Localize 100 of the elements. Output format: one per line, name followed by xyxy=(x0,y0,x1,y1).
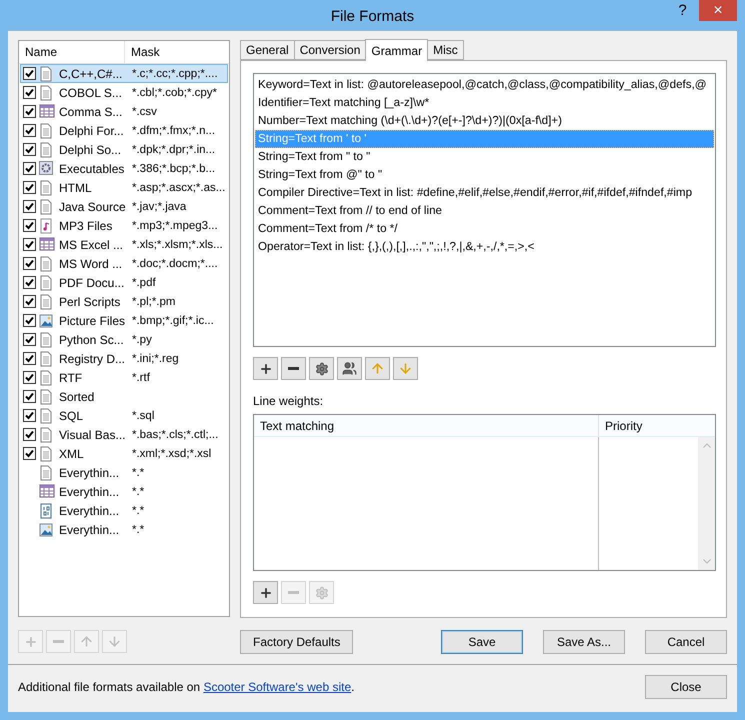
format-row[interactable]: Delphi For... *.dfm;*.fmx;*.n... xyxy=(20,121,228,140)
format-mask: *.386;*.bcp;*.b... xyxy=(132,162,216,174)
close-dialog-button[interactable]: Close xyxy=(645,675,727,699)
plus-icon xyxy=(258,586,272,600)
checkbox[interactable] xyxy=(23,352,36,365)
factory-defaults-button[interactable]: Factory Defaults xyxy=(240,630,354,654)
settings-button[interactable] xyxy=(309,357,334,380)
grammar-rule[interactable]: Identifier=Text matching [_a-z]\w* xyxy=(255,94,714,112)
checkbox[interactable] xyxy=(23,181,36,194)
add-button[interactable] xyxy=(253,357,278,380)
format-mask: *.ini;*.reg xyxy=(132,352,179,364)
document-icon xyxy=(39,122,53,138)
document-icon xyxy=(39,198,53,214)
document-icon xyxy=(39,294,53,310)
format-row[interactable]: PDF Docu... *.pdf xyxy=(20,273,228,292)
checkbox[interactable] xyxy=(23,257,36,270)
grammar-rule[interactable]: String=Text from " to " xyxy=(255,148,714,166)
checkbox[interactable] xyxy=(23,276,36,289)
format-row[interactable]: Picture Files *.bmp;*.gif;*.ic... xyxy=(20,311,228,330)
format-row[interactable]: MP3 Files *.mp3;*.mpeg3... xyxy=(20,216,228,235)
minus-icon xyxy=(53,640,64,643)
people-button[interactable] xyxy=(337,357,362,380)
checkbox[interactable] xyxy=(23,314,36,327)
grammar-rule[interactable]: Compiler Directive=Text in list: #define,#elif,#else,#endif,#error,#if,#ifdef,#ifndef,#imp xyxy=(255,184,714,202)
format-name: MS Word ... xyxy=(59,256,124,270)
checkbox[interactable] xyxy=(23,371,36,384)
tab[interactable]: Grammar xyxy=(365,39,428,61)
format-row[interactable]: Registry D... *.ini;*.reg xyxy=(20,349,228,368)
column-header[interactable]: Mask xyxy=(125,41,229,63)
format-row[interactable]: Everythin... *.* xyxy=(20,520,228,539)
checkbox[interactable] xyxy=(23,124,36,137)
add-button[interactable] xyxy=(253,581,278,604)
format-name: HTML xyxy=(59,180,93,194)
format-row[interactable]: Visual Bas... *.bas;*.cls;*.ctl;... xyxy=(20,425,228,444)
checkbox[interactable] xyxy=(23,447,36,460)
column-header[interactable]: Text matching xyxy=(254,415,599,436)
format-row[interactable]: Sorted xyxy=(20,387,228,406)
checkbox[interactable] xyxy=(23,105,36,118)
format-row[interactable]: Executables *.386;*.bcp;*.b... xyxy=(20,159,228,178)
format-name: Perl Scripts xyxy=(59,294,122,308)
format-row[interactable]: Java Source *.jav;*.java xyxy=(20,197,228,216)
checkbox[interactable] xyxy=(23,162,36,175)
format-name: PDF Docu... xyxy=(59,276,126,290)
dialog-button[interactable]: Save As... xyxy=(543,630,625,654)
dialog-button[interactable]: Save xyxy=(441,630,523,654)
format-row[interactable]: SQL *.sql xyxy=(20,406,228,425)
format-mask: *.mp3;*.mpeg3... xyxy=(132,220,218,232)
dialog-button[interactable]: Cancel xyxy=(645,630,727,654)
format-row[interactable]: Everythin... *.* xyxy=(20,501,228,520)
format-mask: *.bas;*.cls;*.ctl;... xyxy=(132,428,218,440)
format-row[interactable]: Everythin... *.* xyxy=(20,482,228,501)
format-row[interactable]: Perl Scripts *.pl;*.pm xyxy=(20,292,228,311)
grammar-rule[interactable]: Comment=Text from // to end of line xyxy=(255,202,714,220)
checkbox[interactable] xyxy=(23,238,36,251)
checkbox[interactable] xyxy=(23,200,36,213)
format-row[interactable]: MS Excel ... *.xls;*.xlsm;*.xls... xyxy=(20,235,228,254)
table-icon xyxy=(39,236,55,250)
column-header[interactable]: Name xyxy=(19,41,125,63)
checkbox[interactable] xyxy=(23,333,36,346)
picture-icon xyxy=(39,312,53,328)
format-mask: *.xml;*.xsd;*.xsl xyxy=(132,448,212,460)
checkbox[interactable] xyxy=(23,143,36,156)
checkbox[interactable] xyxy=(23,295,36,308)
remove-button[interactable] xyxy=(281,357,306,380)
format-row[interactable]: Delphi So... *.dpk;*.dpr;*.in... xyxy=(20,140,228,159)
grammar-rule[interactable]: Keyword=Text in list: @autoreleasepool,@catch,@class,@compatibility_alias,@defs,@ xyxy=(255,76,714,94)
grammar-rule[interactable]: Operator=Text in list: {,},(,),[,],.,:,",",;,!,?,|,&,+,-,/,*,=,>,< xyxy=(255,238,714,256)
checkbox[interactable] xyxy=(23,390,36,403)
document-icon xyxy=(39,142,53,158)
format-row[interactable]: MS Word ... *.doc;*.docm;*.... xyxy=(20,254,228,273)
binary-file-icon xyxy=(39,502,53,518)
format-mask: *.xls;*.xlsm;*.xls... xyxy=(132,238,223,250)
web-site-link[interactable]: Scooter Software's web site xyxy=(203,680,352,694)
line-weights-label: Line weights: xyxy=(253,394,324,408)
checkbox[interactable] xyxy=(23,409,36,422)
checkbox[interactable] xyxy=(23,86,36,99)
checkbox[interactable] xyxy=(23,219,36,232)
grammar-rule[interactable]: String=Text from @" to " xyxy=(255,166,714,184)
document-icon xyxy=(39,256,53,272)
grammar-rule[interactable]: Comment=Text from /* to */ xyxy=(255,220,714,238)
format-name: SQL xyxy=(59,408,84,422)
format-row[interactable]: XML *.xml;*.xsd;*.xsl xyxy=(20,444,228,463)
column-header[interactable]: Priority xyxy=(599,415,715,436)
minus-icon xyxy=(288,591,299,594)
format-row[interactable]: Comma S... *.csv xyxy=(20,102,228,121)
format-mask: *.* xyxy=(132,486,144,498)
tab[interactable]: General xyxy=(240,40,295,60)
tab[interactable]: Conversion xyxy=(294,40,366,60)
format-row[interactable]: Everythin... *.* xyxy=(20,463,228,482)
close-button[interactable]: × xyxy=(699,0,737,21)
format-row[interactable]: HTML *.asp;*.ascx;*.as... xyxy=(20,178,228,197)
checkbox[interactable] xyxy=(23,67,36,80)
checkbox[interactable] xyxy=(23,428,36,441)
format-row[interactable]: COBOL S... *.cbl;*.cob;*.cpy* xyxy=(20,83,228,102)
format-row[interactable]: RTF *.rtf xyxy=(20,368,228,387)
tab[interactable]: Misc xyxy=(427,40,464,60)
format-row[interactable]: C,C++,C#... *.c;*.cc;*.cpp;*.... xyxy=(20,64,228,83)
window-title: File Formats xyxy=(330,8,414,25)
grammar-rule[interactable]: Number=Text matching (\d+(\.\d+)?(e[+-]?\d+)?)|(0x[a-f\d]+) xyxy=(255,112,714,130)
format-row[interactable]: Python Sc... *.py xyxy=(20,330,228,349)
